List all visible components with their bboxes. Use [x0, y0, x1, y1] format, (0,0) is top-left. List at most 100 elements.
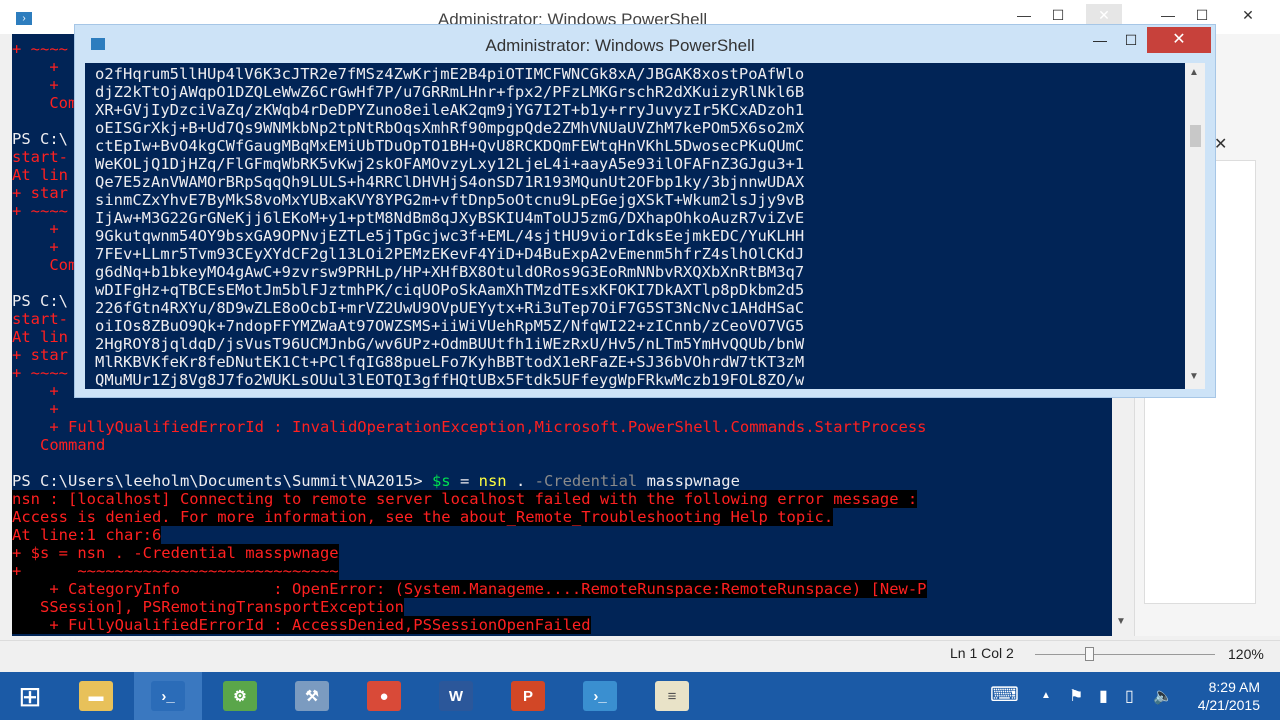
- console-line: SSession], PSRemotingTransportException: [12, 598, 1112, 616]
- foreground-console-scrollbar[interactable]: ▲ ▼: [1185, 63, 1205, 389]
- minimize-button-2[interactable]: —: [1150, 4, 1186, 26]
- app-green-icon: ⚙: [223, 681, 257, 711]
- console-text-segment: Access is denied. For more information, …: [12, 508, 834, 526]
- console-text-segment: =: [450, 472, 479, 490]
- file-explorer-icon: ▬: [79, 681, 113, 711]
- maximize-button[interactable]: ☐: [1040, 4, 1076, 26]
- console-line: nsn : [localhost] Connecting to remote s…: [12, 490, 1112, 508]
- console-line: djZ2kTtOjAWqpO1DZQLeWwZ6CrGwHf7P/u7GRRmL…: [95, 83, 805, 101]
- keyboard-icon[interactable]: ⌨: [990, 682, 1019, 707]
- zoom-slider-thumb[interactable]: [1085, 647, 1094, 661]
- console-text-segment: + FullyQualifiedErrorId : InvalidOperati…: [12, 418, 927, 436]
- console-text-segment: At lin: [12, 328, 68, 346]
- console-text-segment: +: [12, 400, 68, 418]
- console-line: 9Gkutqwnm54OY9bsxGA9OPNvjEZTLe5jTpGcjwc3…: [95, 227, 805, 245]
- console-text-segment: + $s = nsn . -Credential masspwnage: [12, 544, 339, 562]
- console-line: wDIFgHz+qTBCEsEMotJm5blFJztmhPK/ciqUOPoS…: [95, 281, 805, 299]
- powershell-button[interactable]: ›_: [134, 672, 202, 720]
- console-text-segment: start-: [12, 310, 68, 328]
- zoom-level: 120%: [1228, 646, 1264, 662]
- powershell-ise-button[interactable]: ›_: [566, 672, 634, 720]
- taskbar: ⊞ ▬ ›_ ⚙ ⚒ ● W P ›_ ≡ ⌨ ▲ ⚑ ▮ ▯ 🔈 8:29 AM 4/21/20…: [0, 672, 1280, 720]
- console-text-segment: + ~~~~: [12, 40, 68, 58]
- console-line: + FullyQualifiedErrorId : AccessDenied,P…: [12, 616, 1112, 634]
- foreground-titlebar[interactable]: Administrator: Windows PowerShell — ☐ ✕: [75, 25, 1215, 63]
- scroll-up-icon[interactable]: ▲: [1189, 67, 1199, 78]
- minimize-button[interactable]: —: [1006, 4, 1042, 26]
- close-button[interactable]: ✕: [1086, 4, 1122, 26]
- console-text-segment: +: [12, 238, 68, 256]
- console-line: XR+GVjIyDzciVaZq/zKWqb4rDeDPYZuno8eileAK…: [95, 101, 805, 119]
- console-line: 2HgROY8jqldqD/jsVusT96UCMJnbG/wv6UPz+Odm…: [95, 335, 805, 353]
- console-text-segment: masspwnage: [637, 472, 740, 490]
- console-line: + $s = nsn . -Credential masspwnage: [12, 544, 1112, 562]
- console-text-segment: nsn: [478, 472, 507, 490]
- console-text-segment: + ~~~~: [12, 202, 68, 220]
- console-text-segment: .: [506, 472, 535, 490]
- console-text-segment: PS C:\: [12, 130, 68, 148]
- clock-date: 4/21/2015: [1197, 697, 1260, 713]
- maximize-button-2[interactable]: ☐: [1184, 4, 1220, 26]
- network-bars-icon[interactable]: ▯: [1125, 686, 1134, 706]
- start-icon: ⊞: [18, 680, 42, 712]
- chrome-icon: ●: [367, 681, 401, 711]
- console-line: 226fGtn4RXYu/8D9wZLE8oOcbI+mrVZ2UwU9OVpU…: [95, 299, 805, 317]
- scrollbar-thumb[interactable]: [1190, 125, 1201, 147]
- console-text-segment: +: [12, 76, 68, 94]
- flag-icon[interactable]: ⚑: [1069, 686, 1083, 706]
- console-line: ctEpIw+BvO4kgCWfGaugMBqMxEMiUbTDuOpTO1BH…: [95, 137, 805, 155]
- console-text-segment: +: [12, 382, 68, 400]
- app-green-button[interactable]: ⚙: [206, 672, 274, 720]
- console-line: + CategoryInfo : OpenError: (System.Mana…: [12, 580, 1112, 598]
- scroll-down-icon[interactable]: ▼: [1189, 371, 1199, 382]
- console-text-segment: At line:1 char:6: [12, 526, 162, 544]
- clock[interactable]: 8:29 AM 4/21/2015: [1198, 678, 1260, 714]
- network-icon[interactable]: ▮: [1099, 686, 1108, 706]
- console-line: MlRKBVKfeKr8feDNutEK1Ct+PClfqIG88pueLFo7…: [95, 353, 805, 371]
- fg-minimize-button[interactable]: —: [1085, 27, 1115, 53]
- right-pane-close-icon[interactable]: ✕: [1214, 134, 1227, 154]
- console-line: WeKOLjQ1DjHZq/FlGFmqWbRK5vKwj2skOFAMOvzy…: [95, 155, 805, 173]
- foreground-powershell-window: Administrator: Windows PowerShell — ☐ ✕ …: [74, 24, 1216, 398]
- chrome-button[interactable]: ●: [350, 672, 418, 720]
- foreground-console-output: o2fHqrum5llHUp4lV6K3cJTR2e7fMSz4ZwKrjmE2…: [95, 65, 1179, 389]
- console-text-segment: +: [12, 220, 68, 238]
- console-line: + ~~~~~~~~~~~~~~~~~~~~~~~~~~~~: [12, 562, 1112, 580]
- console-text-segment: + star: [12, 184, 68, 202]
- zoom-slider[interactable]: [1035, 654, 1215, 655]
- console-line: + FullyQualifiedErrorId : InvalidOperati…: [12, 418, 1112, 436]
- notepad-icon: ≡: [655, 681, 689, 711]
- close-button-2[interactable]: ✕: [1230, 4, 1266, 26]
- fg-maximize-button[interactable]: ☐: [1117, 27, 1145, 53]
- console-text-segment: PS C:\Users\leeholm\Documents\Summit\NA2…: [12, 472, 432, 490]
- fg-close-button[interactable]: ✕: [1147, 27, 1211, 53]
- powerpoint-button[interactable]: P: [494, 672, 562, 720]
- console-line: +: [12, 400, 1112, 418]
- console-text-segment: +: [12, 58, 68, 76]
- console-line: Access is denied. For more information, …: [12, 508, 1112, 526]
- line-column-indicator: Ln 1 Col 2: [950, 645, 1014, 661]
- console-line: oEISGrXkj+B+Ud7Qs9WNMkbNp2tpNtRbOqsXmhRf…: [95, 119, 805, 137]
- chevron-up-icon[interactable]: ▲: [1041, 690, 1051, 701]
- file-explorer-button[interactable]: ▬: [62, 672, 130, 720]
- foreground-console-pane[interactable]: o2fHqrum5llHUp4lV6K3cJTR2e7fMSz4ZwKrjmE2…: [85, 63, 1185, 389]
- app-tools-button[interactable]: ⚒: [278, 672, 346, 720]
- console-text-segment: At lin: [12, 166, 68, 184]
- word-button[interactable]: W: [422, 672, 490, 720]
- scroll-down-icon[interactable]: ▼: [1116, 616, 1126, 627]
- volume-icon[interactable]: 🔈: [1153, 686, 1173, 706]
- console-line: IjAw+M3G22GrGNeKjj6lEKoM+y1+ptM8NdBm8qJX…: [95, 209, 805, 227]
- app-tools-icon: ⚒: [295, 681, 329, 711]
- start-button[interactable]: ⊞: [0, 672, 60, 720]
- console-text-segment: + FullyQualifiedErrorId : AccessDenied,P…: [12, 616, 591, 634]
- console-text-segment: -Credential: [534, 472, 638, 490]
- console-text-segment: Command: [12, 436, 106, 454]
- console-line: Command: [12, 436, 1112, 454]
- clock-time: 8:29 AM: [1208, 679, 1260, 695]
- system-tray: ⌨ ▲ ⚑ ▮ ▯ 🔈 8:29 AM 4/21/2015: [985, 672, 1280, 720]
- console-line: PS C:\Users\leeholm\Documents\Summit\NA2…: [12, 472, 1112, 490]
- console-text-segment: Com: [12, 94, 78, 112]
- notepad-button[interactable]: ≡: [638, 672, 706, 720]
- powershell-icon: ›_: [151, 681, 185, 711]
- console-line: QMuMUr1Zj8Vg8J7fo2WUKLsOUul3lEOTQI3gffHQ…: [95, 371, 805, 389]
